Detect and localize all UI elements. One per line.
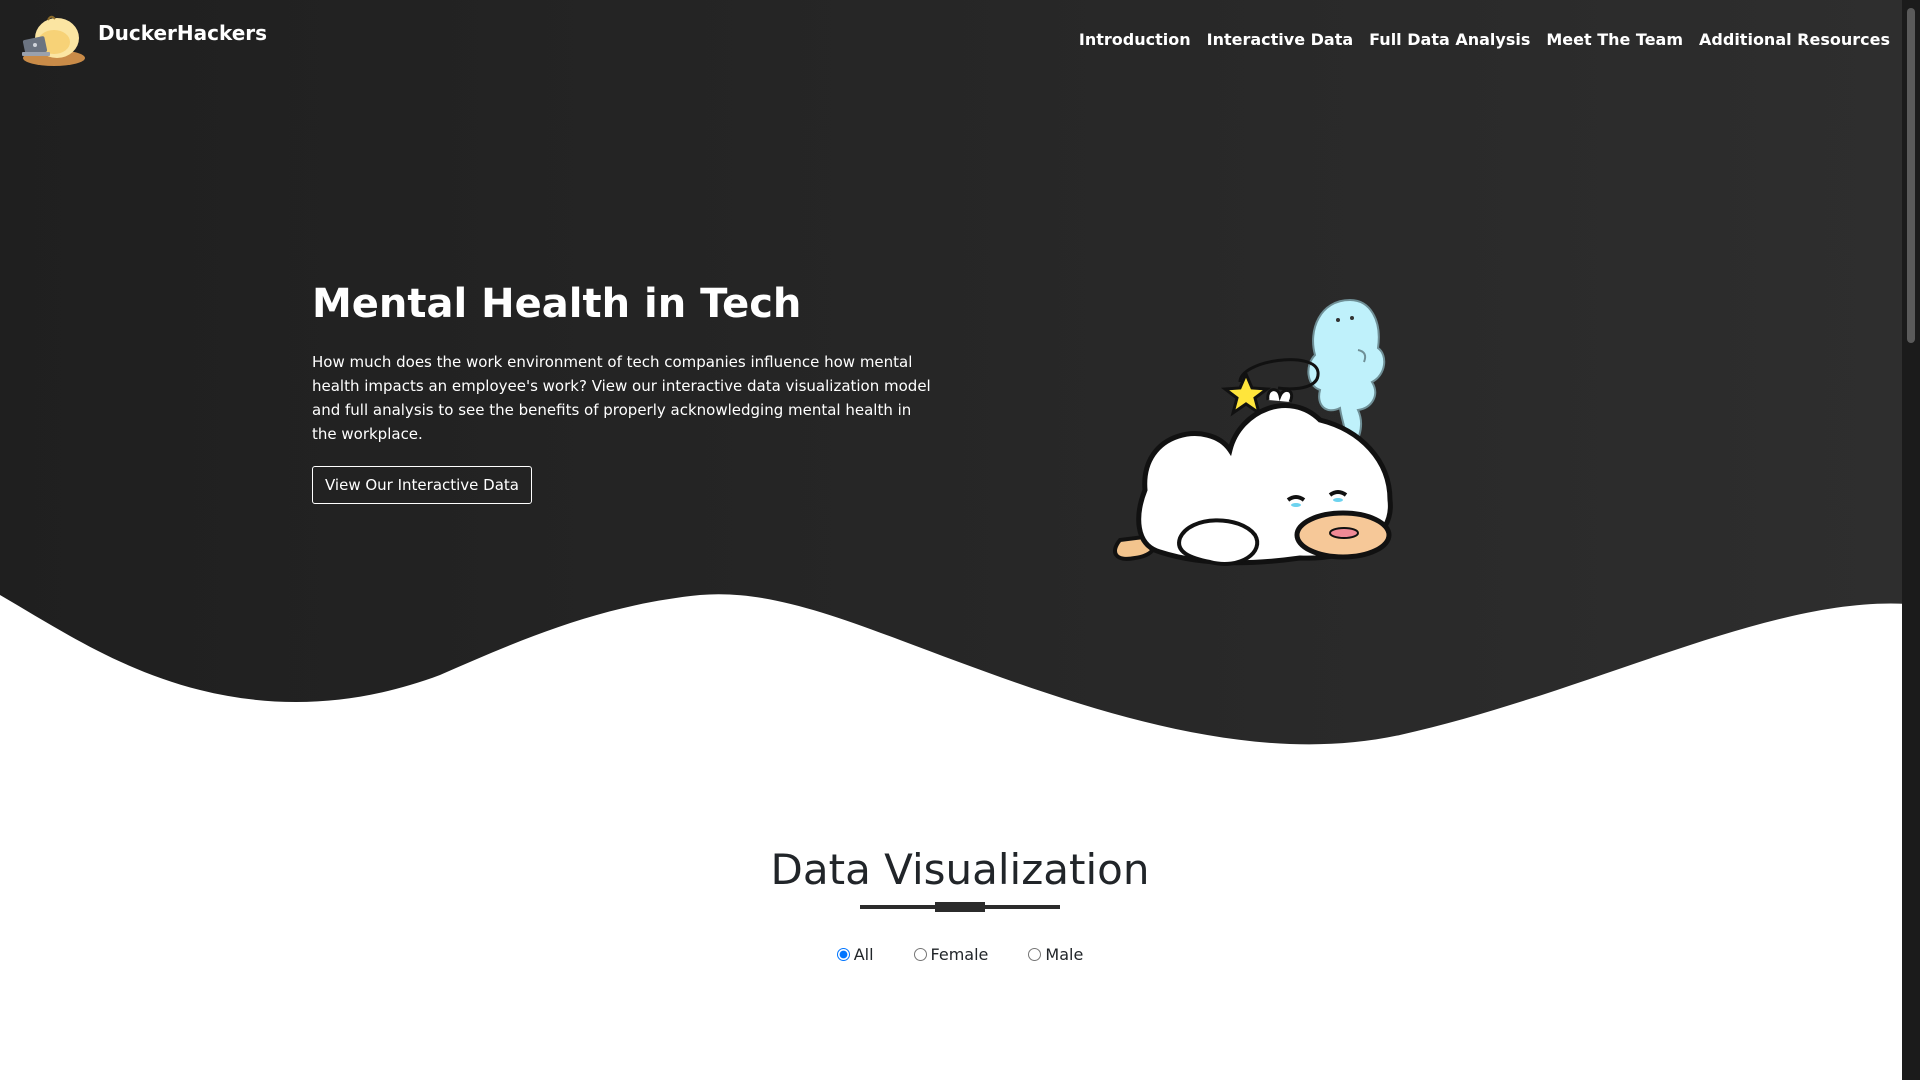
filter-radio-all[interactable]	[836, 948, 850, 961]
hero-description: How much does the work environment of te…	[312, 353, 931, 443]
exhausted-duck-ghost-icon	[1113, 298, 1393, 566]
nav-link-interactive-data[interactable]: Interactive Data	[1207, 30, 1354, 49]
page-scrollbar[interactable]	[1902, 0, 1920, 1080]
filter-option-male[interactable]: Male	[1028, 945, 1083, 964]
nav-link-meet-the-team[interactable]: Meet The Team	[1546, 30, 1683, 49]
brand-name: DuckerHackers	[98, 21, 268, 45]
title-underline-divider	[860, 902, 1060, 912]
page: DuckerHackers Introduction Interactive D…	[0, 0, 1920, 1080]
filter-option-all[interactable]: All	[836, 945, 874, 964]
filter-radio-female[interactable]	[913, 948, 927, 961]
filter-label-all: All	[853, 945, 874, 964]
hero-wave-background	[0, 0, 1920, 745]
nav-menu: Introduction Interactive Data Full Data …	[1079, 30, 1890, 49]
duck-laptop-logo-icon	[22, 15, 85, 66]
filter-label-male: Male	[1045, 945, 1084, 964]
view-interactive-data-button[interactable]: View Our Interactive Data	[312, 466, 532, 504]
hero-content: Mental Health in Tech How much does the …	[312, 280, 952, 504]
data-visualization-title: Data Visualization	[770, 845, 1150, 894]
filter-label-female: Female	[930, 945, 989, 964]
nav-link-full-data-analysis[interactable]: Full Data Analysis	[1369, 30, 1530, 49]
brand[interactable]: DuckerHackers	[18, 10, 267, 68]
filter-option-female[interactable]: Female	[913, 945, 989, 964]
hero-title: Mental Health in Tech	[312, 281, 802, 327]
navbar: DuckerHackers Introduction Interactive D…	[0, 0, 1920, 80]
scrollbar-thumb[interactable]	[1907, 8, 1915, 343]
nav-link-introduction[interactable]: Introduction	[1079, 30, 1191, 49]
gender-filter-group: All Female Male	[0, 945, 1920, 964]
nav-link-additional-resources[interactable]: Additional Resources	[1699, 30, 1890, 49]
filter-radio-male[interactable]	[1028, 948, 1042, 961]
